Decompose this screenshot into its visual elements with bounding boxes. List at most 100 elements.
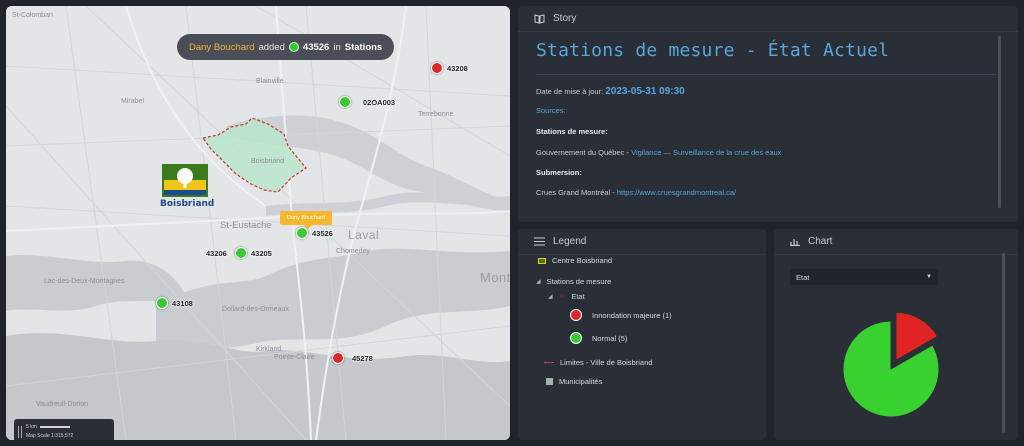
bar-chart-icon — [790, 239, 800, 246]
crues-text: Crues Grand Montréal - — [536, 188, 617, 197]
station-pin-red[interactable] — [431, 62, 443, 74]
map-label-chomedey: Chomedey — [336, 248, 370, 255]
chart-panel: Chart Etat ▼ — [774, 229, 1018, 440]
story-panel: Story Stations de mesure - État Actuel D… — [518, 6, 1018, 222]
map-label-lac-deux-montagnes: Lac-des-Deux-Montagnes — [44, 278, 125, 285]
book-icon — [534, 13, 545, 24]
gov-source-line: Gouvernement du Québec - Vigilance — Sur… — [536, 148, 781, 157]
story-header-label: Story — [553, 13, 577, 24]
map-label-st-colomban: St-Colomban — [12, 12, 53, 19]
legend-panel: Legend Centre Boisbriand ◢ Stations de m… — [518, 229, 766, 440]
story-header: Story — [518, 6, 1018, 32]
notification-action: added — [258, 41, 285, 53]
station-marker-43526[interactable]: 43526 — [296, 227, 333, 239]
scale-ratio: Map Scale 1:315,572 — [26, 433, 74, 439]
station-marker-43108[interactable]: 43108 — [156, 297, 193, 309]
notification-user: Dany Bouchard — [189, 41, 255, 53]
legend-header: Legend — [518, 229, 766, 255]
red-dot-icon — [570, 309, 582, 321]
map-label-dollard: Dollard-des-Ormeaux — [222, 306, 289, 313]
station-label: 43108 — [172, 298, 193, 308]
legend-label: Normal (5) — [592, 333, 628, 343]
submersion-heading: Submersion: — [536, 168, 582, 177]
map-label-st-eustache: St-Eustache — [220, 220, 272, 231]
chart-header: Chart — [774, 229, 1018, 255]
story-divider — [536, 74, 996, 75]
chevron-down-icon: ▼ — [926, 274, 932, 280]
centre-icon — [538, 257, 546, 264]
notification-station: 43526 — [302, 41, 330, 53]
station-label: 43205 — [251, 248, 272, 258]
legend-label: Stations de mesure — [546, 277, 612, 286]
select-value: Etat — [796, 272, 810, 282]
date-label: Date de mise à jour: — [536, 87, 604, 96]
polygon-fill-icon — [546, 378, 553, 385]
station-marker-43206[interactable]: 43206 — [206, 249, 227, 258]
activity-notification: Dany Bouchard added 43526 in Stations — [177, 34, 395, 60]
story-scrollbar[interactable] — [998, 36, 1001, 208]
map-view[interactable]: St-Colomban Blainville Mirabel Boisbrian… — [6, 6, 510, 440]
crues-link[interactable]: https://www.cruesgrandmontreal.ca/ — [617, 188, 736, 197]
legend-label: Etat — [571, 292, 585, 301]
chart-scrollbar[interactable] — [1002, 253, 1005, 433]
pie-chart[interactable] — [774, 289, 1018, 439]
collapse-caret-icon[interactable]: ◢ — [548, 293, 553, 300]
chart-header-label: Chart — [808, 236, 833, 247]
map-label-terrebonne: Terrebonne — [418, 111, 454, 118]
date-value: 2023-05-31 09:30 — [605, 86, 685, 97]
legend-item-limites[interactable]: Limites - Ville de Boisbriand — [544, 358, 652, 367]
sources-label: Sources: — [536, 106, 566, 115]
scale-distance: 5 km — [26, 424, 37, 430]
boisbriand-emblem — [162, 164, 208, 197]
dashed-line-icon — [544, 362, 554, 363]
legend-item-inondation: Innondation majeure (1) — [570, 309, 672, 321]
legend-item-centre[interactable]: Centre Boisbriand — [538, 256, 612, 265]
legend-item-etat[interactable]: ◢ ⁘ Etat — [548, 292, 585, 301]
green-dot-icon — [570, 332, 582, 344]
legend-label: Innondation majeure (1) — [592, 310, 672, 320]
station-marker-43208[interactable]: 43208 — [431, 62, 468, 74]
map-label-boisbriand: Boisbriand — [251, 158, 285, 165]
station-label: 43206 — [206, 249, 227, 258]
legend-item-municipalites[interactable]: Municipalités — [546, 377, 602, 386]
legend-item-stations[interactable]: ◢ Stations de mesure — [536, 277, 611, 286]
station-marker-43205[interactable]: 43205 — [235, 247, 272, 259]
map-label-vaudreuil: Vaudreuil-Dorion — [36, 401, 89, 408]
app-window: St-Colomban Blainville Mirabel Boisbrian… — [0, 0, 1024, 446]
story-title: Stations de mesure - État Actuel — [536, 40, 890, 61]
legend-header-label: Legend — [553, 236, 587, 247]
station-label: 02OA003 — [363, 97, 396, 107]
station-pin-green[interactable] — [156, 297, 168, 309]
user-cursor-tooltip: Dany Bouchard — [280, 211, 332, 229]
vigilance-link[interactable]: Vigilance — Surveillance de la crue des … — [631, 148, 781, 157]
notification-in: in — [333, 41, 341, 53]
chart-field-select[interactable]: Etat ▼ — [790, 269, 938, 285]
class-breaks-icon: ⁘ — [558, 292, 566, 301]
gov-text: Gouvernement du Québec - — [536, 148, 632, 157]
story-date-line: Date de mise à jour: 2023-05-31 09:30 — [536, 86, 685, 97]
map-label-kirkland: Kirkland — [256, 346, 282, 353]
legend-label: Centre Boisbriand — [552, 256, 613, 265]
map-label-mirabel: Mirabel — [121, 98, 144, 105]
map-label-pointe-claire: Pointe-Claire — [274, 354, 315, 361]
station-label: 43526 — [312, 228, 333, 238]
station-pin-green[interactable] — [339, 96, 351, 108]
station-marker-02OA003[interactable]: 02OA003 — [339, 96, 395, 108]
list-icon — [534, 237, 545, 246]
map-label-montreal: Mont — [480, 270, 510, 285]
boisbriand-logo: Boisbriand — [160, 164, 215, 212]
station-pin-red[interactable] — [332, 352, 344, 364]
crues-source-line: Crues Grand Montréal - https://www.crues… — [536, 188, 736, 197]
station-marker-45278[interactable]: 45278 — [332, 352, 373, 364]
notification-status-dot — [288, 42, 299, 52]
legend-label: Limites - Ville de Boisbriand — [560, 358, 653, 367]
map-label-laval: Laval — [348, 228, 380, 242]
map-scale-widget[interactable]: 5 km Map Scale 1:315,572 — [14, 419, 114, 440]
drag-handle-icon[interactable] — [18, 426, 22, 438]
stations-heading: Stations de mesure: — [536, 127, 608, 136]
collapse-caret-icon[interactable]: ◢ — [536, 278, 541, 285]
station-pin-green[interactable] — [235, 247, 247, 259]
legend-label: Municipalités — [559, 377, 603, 386]
scale-bar — [39, 425, 70, 428]
boisbriand-logo-text: Boisbriand — [160, 199, 215, 209]
